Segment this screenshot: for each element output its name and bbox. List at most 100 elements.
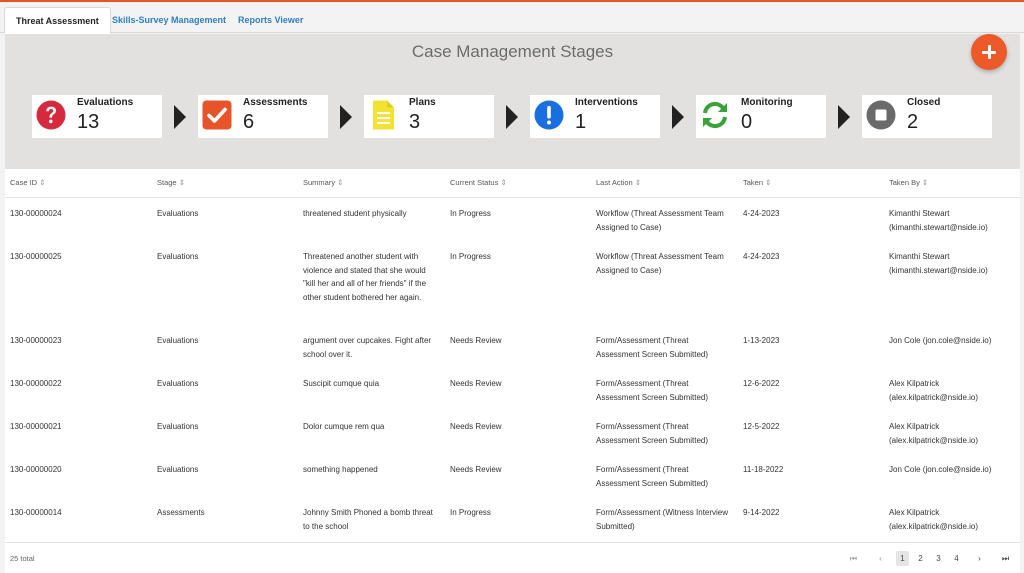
table-row[interactable]: 130-00000023 Evaluations argument over c…: [5, 334, 1020, 376]
cell-stage: Evaluations: [157, 465, 199, 474]
sort-icon: ⇕: [39, 178, 46, 187]
stage-label: Assessments: [243, 97, 308, 108]
stage-card-closed[interactable]: Closed 2: [862, 95, 992, 138]
page-3[interactable]: 3: [932, 551, 945, 566]
cell-case-id: 130-00000021: [10, 422, 62, 431]
tab-bar: Threat Assessment Skills-Survey Manageme…: [0, 2, 1024, 34]
cell-status: Needs Review: [450, 465, 502, 474]
cell-status: In Progress: [450, 209, 491, 218]
cell-summary: Threatened another student with violence…: [303, 252, 427, 302]
stage-count: 13: [77, 111, 100, 133]
stage-arrow: [672, 105, 684, 129]
cell-status: In Progress: [450, 508, 491, 517]
column-header-last-action[interactable]: Last Action ⇕: [596, 178, 641, 187]
stage-label: Monitoring: [741, 97, 793, 108]
cell-summary: something happened: [303, 465, 378, 474]
stage-card-assessments[interactable]: Assessments 6: [198, 95, 328, 138]
last-page-icon[interactable]: ⏭: [999, 551, 1012, 566]
cell-taken-by: Alex Kilpatrick (alex.kilpatrick@nside.i…: [889, 422, 979, 445]
table-row[interactable]: 130-00000014 Assessments Johnny Smith Ph…: [5, 506, 1020, 540]
case-stages-panel: Case Management Stages Evaluations 13 As…: [5, 34, 1020, 169]
table-row[interactable]: 130-00000020 Evaluations something happe…: [5, 463, 1020, 505]
tab-threat-assessment[interactable]: Threat Assessment: [4, 7, 111, 34]
column-header-taken[interactable]: Taken ⇕: [743, 178, 771, 187]
table-footer: 25 total ⏮ ‹ 1 2 3 4 › ⏭: [5, 542, 1020, 573]
cell-taken: 1-13-2023: [743, 336, 780, 345]
stage-count: 1: [575, 111, 587, 133]
column-header-current-status[interactable]: Current Status ⇕: [450, 178, 507, 187]
cell-case-id: 130-00000023: [10, 336, 62, 345]
sort-icon: ⇕: [921, 178, 929, 187]
cell-taken: 12-5-2022: [743, 422, 780, 431]
table-header: Case ID ⇕ Stage ⇕ Summary ⇕ Current Stat…: [5, 169, 1020, 198]
stage-card-plans[interactable]: Plans 3: [364, 95, 494, 138]
stop-icon: [866, 100, 896, 130]
cell-summary: argument over cupcakes. Fight after scho…: [303, 336, 432, 359]
stage-card-interventions[interactable]: Interventions 1: [530, 95, 660, 138]
stage-label: Closed: [907, 97, 941, 108]
sort-icon: ⇕: [500, 178, 507, 187]
cell-stage: Evaluations: [157, 209, 199, 218]
cell-case-id: 130-00000014: [10, 508, 62, 517]
cell-taken: 9-14-2022: [743, 508, 780, 517]
cell-taken-by: Jon Cole (jon.cole@nside.io): [889, 336, 992, 345]
cell-status: Needs Review: [450, 379, 502, 388]
cases-table: Case ID ⇕ Stage ⇕ Summary ⇕ Current Stat…: [5, 169, 1020, 573]
prev-page-icon[interactable]: ‹: [874, 551, 887, 566]
table-row[interactable]: 130-00000024 Evaluations threatened stud…: [5, 207, 1020, 249]
cell-taken-by: Alex Kilpatrick (alex.kilpatrick@nside.i…: [889, 508, 979, 531]
cell-stage: Assessments: [157, 508, 205, 517]
cell-last-action: Form/Assessment (Threat Assessment Scree…: [596, 379, 709, 402]
page-2[interactable]: 2: [914, 551, 927, 566]
cell-case-id: 130-00000025: [10, 252, 62, 261]
cell-taken: 4-24-2023: [743, 209, 780, 218]
question-icon: [36, 100, 66, 130]
stage-arrow: [340, 105, 352, 129]
cell-taken: 4-24-2023: [743, 252, 780, 261]
cell-status: In Progress: [450, 252, 491, 261]
cell-stage: Evaluations: [157, 422, 199, 431]
stage-card-evaluations[interactable]: Evaluations 13: [32, 95, 162, 138]
cell-case-id: 130-00000022: [10, 379, 62, 388]
cell-stage: Evaluations: [157, 252, 199, 261]
page-1[interactable]: 1: [896, 551, 909, 566]
first-page-icon[interactable]: ⏮: [847, 551, 860, 566]
column-header-summary[interactable]: Summary ⇕: [303, 178, 343, 187]
cell-last-action: Workflow (Threat Assessment Team Assigne…: [596, 252, 724, 275]
cell-stage: Evaluations: [157, 336, 199, 345]
tab-skills-survey-management[interactable]: Skills-Survey Management: [101, 7, 237, 34]
cell-taken: 11-18-2022: [743, 465, 784, 474]
next-page-icon[interactable]: ›: [973, 551, 986, 566]
page-4[interactable]: 4: [950, 551, 963, 566]
cell-last-action: Workflow (Threat Assessment Team Assigne…: [596, 209, 724, 232]
table-row[interactable]: 130-00000021 Evaluations Dolor cumque re…: [5, 420, 1020, 462]
stages-title: Case Management Stages: [411, 42, 614, 61]
sort-icon: ⇕: [765, 178, 772, 187]
stage-count: 6: [243, 111, 255, 133]
table-row[interactable]: 130-00000025 Evaluations Threatened anot…: [5, 250, 1020, 333]
add-case-button[interactable]: [971, 34, 1007, 70]
column-header-taken-by[interactable]: Taken By ⇕: [889, 178, 928, 187]
column-header-stage[interactable]: Stage ⇕: [157, 178, 185, 187]
cell-last-action: Form/Assessment (Threat Assessment Scree…: [596, 422, 709, 445]
stage-count: 3: [409, 111, 421, 133]
sort-icon: ⇕: [634, 178, 642, 187]
cell-stage: Evaluations: [157, 379, 199, 388]
cell-last-action: Form/Assessment (Witness Interview Submi…: [596, 508, 729, 531]
cell-status: Needs Review: [450, 336, 502, 345]
tab-reports-viewer[interactable]: Reports Viewer: [227, 7, 314, 34]
cell-taken: 12-6-2022: [743, 379, 780, 388]
column-header-case-id[interactable]: Case ID ⇕: [10, 178, 45, 187]
stage-card-monitoring[interactable]: Monitoring 0: [696, 95, 826, 138]
stage-label: Evaluations: [77, 97, 134, 108]
cell-case-id: 130-00000024: [10, 209, 62, 218]
exclamation-icon: [534, 100, 564, 130]
document-icon: [373, 100, 394, 130]
stage-label: Interventions: [575, 97, 638, 108]
stage-arrow: [506, 105, 518, 129]
table-row[interactable]: 130-00000022 Evaluations Suscipit cumque…: [5, 377, 1020, 419]
check-icon: [202, 100, 232, 130]
cell-taken-by: Jon Cole (jon.cole@nside.io): [889, 465, 992, 474]
cell-taken-by: Alex Kilpatrick (alex.kilpatrick@nside.i…: [889, 379, 979, 402]
sort-icon: ⇕: [178, 178, 185, 187]
